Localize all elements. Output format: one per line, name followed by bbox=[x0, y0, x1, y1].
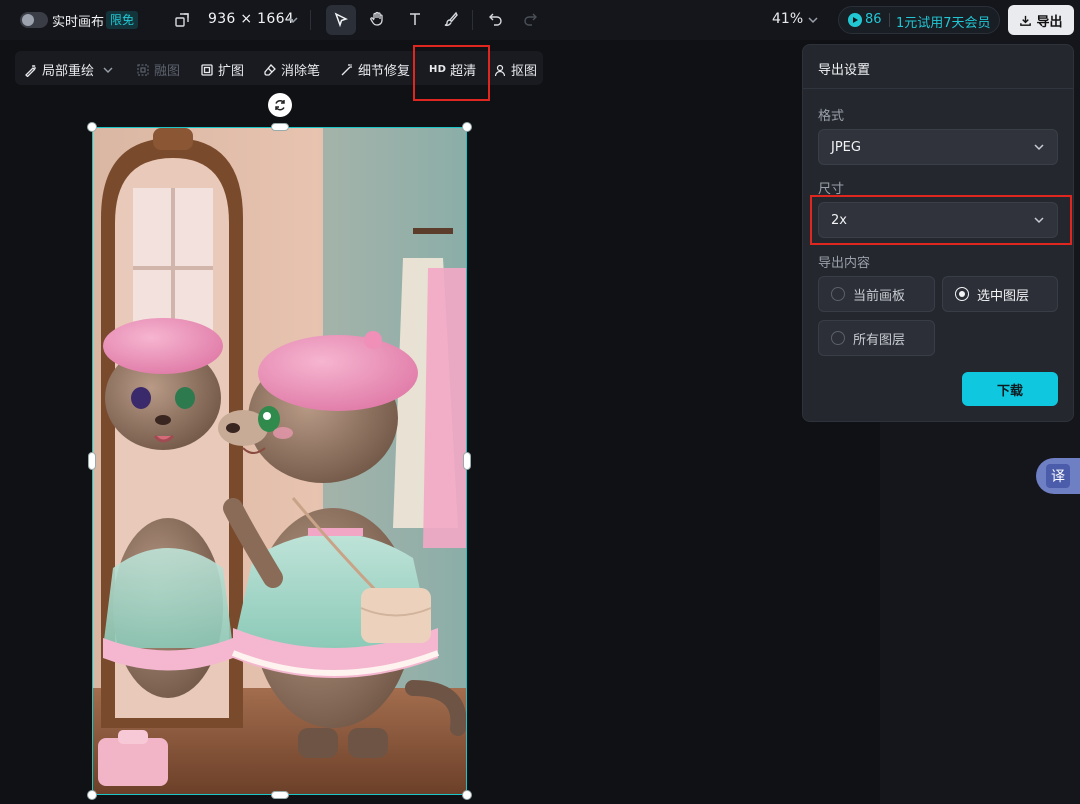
realtime-canvas-label: 实时画布 bbox=[52, 15, 105, 30]
panel-title: 导出设置 bbox=[818, 63, 871, 78]
merge-icon bbox=[137, 63, 149, 76]
radio-checked-icon bbox=[955, 287, 969, 301]
resize-canvas-icon[interactable] bbox=[172, 10, 192, 30]
toggle-knob bbox=[22, 14, 34, 26]
detail-fix-button[interactable]: 细节修复 bbox=[340, 60, 410, 79]
cursor-icon bbox=[334, 12, 348, 28]
select-tool-button[interactable] bbox=[326, 5, 356, 35]
credit-count: 86 bbox=[865, 12, 882, 27]
expand-icon bbox=[201, 63, 213, 76]
expand-label: 扩图 bbox=[218, 64, 245, 79]
redo-button[interactable] bbox=[520, 9, 540, 29]
rotate-icon bbox=[275, 100, 285, 111]
export-label: 导出 bbox=[1036, 14, 1063, 30]
undo-button[interactable] bbox=[486, 9, 506, 29]
magic-wand-icon bbox=[341, 63, 352, 75]
resize-handle-bottom-right[interactable] bbox=[462, 790, 472, 800]
divider bbox=[889, 13, 890, 27]
option-current-artboard[interactable]: 当前画板 bbox=[818, 276, 935, 312]
format-label: 格式 bbox=[818, 109, 845, 124]
magic-brush-icon bbox=[25, 64, 36, 77]
option-label: 选中图层 bbox=[977, 288, 1030, 304]
expand-image-button[interactable]: 扩图 bbox=[200, 60, 244, 79]
otter-illustration bbox=[93, 128, 466, 794]
translate-button[interactable]: 译 bbox=[1036, 458, 1080, 494]
format-select[interactable]: JPEG bbox=[818, 129, 1058, 165]
cutout-button[interactable]: 抠图 bbox=[493, 60, 537, 79]
detail-fix-label: 细节修复 bbox=[358, 64, 411, 79]
resize-handle-bottom-left[interactable] bbox=[87, 790, 97, 800]
rotate-handle[interactable] bbox=[268, 93, 292, 117]
chevron-down-icon[interactable] bbox=[285, 12, 301, 28]
resize-handle-top-left[interactable] bbox=[87, 122, 97, 132]
export-content-label: 导出内容 bbox=[818, 256, 871, 271]
chevron-down-icon bbox=[103, 67, 113, 73]
option-label: 所有图层 bbox=[853, 332, 906, 348]
radio-icon bbox=[831, 331, 845, 345]
resize-handle-bottom[interactable] bbox=[271, 791, 289, 799]
merge-image-button[interactable]: 融图 bbox=[136, 60, 180, 79]
highlight-box-super-resolution bbox=[413, 45, 490, 101]
divider bbox=[310, 10, 311, 30]
export-button[interactable]: 导出 bbox=[1008, 5, 1074, 35]
option-selected-layer[interactable]: 选中图层 bbox=[942, 276, 1058, 312]
local-redraw-button[interactable]: 局部重绘 bbox=[24, 60, 114, 79]
merge-label: 融图 bbox=[154, 64, 181, 79]
resize-handle-right[interactable] bbox=[463, 452, 471, 470]
download-button[interactable]: 下载 bbox=[962, 372, 1058, 406]
download-icon bbox=[1020, 15, 1032, 26]
membership-promo-link[interactable]: 1元试用7天会员 bbox=[896, 12, 991, 31]
realtime-canvas-toggle[interactable] bbox=[20, 12, 48, 28]
resize-handle-top[interactable] bbox=[271, 123, 289, 131]
highlight-box-size bbox=[810, 195, 1072, 245]
cutout-label: 抠图 bbox=[511, 64, 538, 79]
zoom-level[interactable]: 41% bbox=[772, 11, 803, 27]
text-tool-button[interactable] bbox=[404, 8, 426, 30]
resize-handle-left[interactable] bbox=[88, 452, 96, 470]
text-icon bbox=[410, 13, 420, 25]
option-all-layers[interactable]: 所有图层 bbox=[818, 320, 935, 356]
brush-tool-button[interactable] bbox=[440, 8, 462, 30]
canvas-size-value: 936 × 1664 bbox=[208, 11, 294, 27]
format-value: JPEG bbox=[831, 139, 861, 155]
brush-icon bbox=[444, 11, 458, 27]
radio-icon bbox=[831, 287, 845, 301]
coin-icon bbox=[848, 13, 862, 27]
divider bbox=[803, 88, 1073, 89]
eraser-button[interactable]: 消除笔 bbox=[263, 60, 320, 79]
undo-icon bbox=[489, 13, 502, 26]
eraser-label: 消除笔 bbox=[281, 64, 321, 79]
translate-icon: 译 bbox=[1046, 464, 1070, 488]
cutout-icon bbox=[494, 64, 506, 76]
local-redraw-label: 局部重绘 bbox=[42, 64, 95, 79]
chevron-down-icon bbox=[1034, 144, 1044, 151]
option-label: 当前画板 bbox=[853, 288, 906, 304]
hand-tool-button[interactable] bbox=[366, 8, 388, 30]
eraser-icon bbox=[264, 63, 276, 76]
canvas-image[interactable] bbox=[92, 127, 467, 795]
limited-free-badge: 限免 bbox=[106, 11, 139, 29]
redo-icon bbox=[524, 13, 537, 26]
canvas-size-dropdown[interactable]: 936 × 1664 bbox=[208, 11, 294, 27]
resize-handle-top-right[interactable] bbox=[462, 122, 472, 132]
hand-icon bbox=[370, 11, 383, 26]
chevron-down-icon[interactable] bbox=[806, 13, 820, 27]
divider bbox=[472, 10, 473, 30]
